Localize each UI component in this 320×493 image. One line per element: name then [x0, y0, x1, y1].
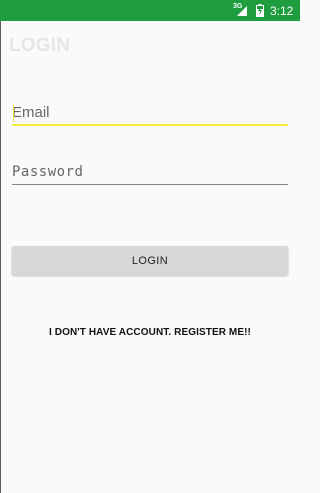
email-field[interactable]	[12, 102, 288, 126]
battery-charging-icon	[256, 4, 264, 17]
password-input[interactable]	[12, 161, 288, 184]
status-clock: 3:12	[270, 4, 294, 18]
password-field[interactable]	[12, 161, 288, 185]
page-title: LOGIN	[9, 35, 71, 56]
cellular-signal-icon	[237, 6, 247, 16]
login-button[interactable]: LOGIN	[12, 246, 288, 275]
window-edge	[0, 21, 1, 493]
register-link[interactable]: I DON'T HAVE ACCOUNT. REGISTER ME!!	[0, 327, 300, 338]
status-bar: 3G 3:12	[0, 0, 300, 21]
text-cursor	[13, 105, 14, 122]
email-input[interactable]	[12, 102, 288, 124]
